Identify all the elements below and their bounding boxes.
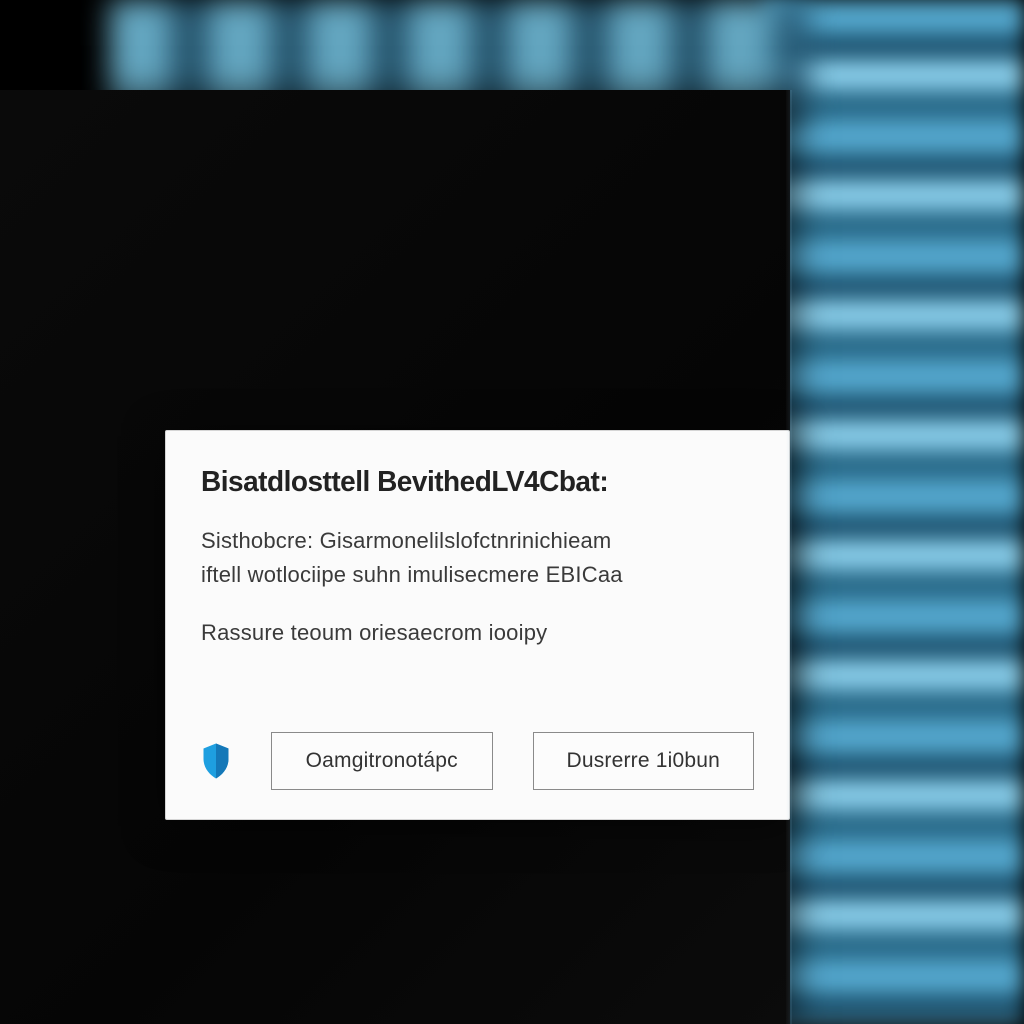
- dialog-body-line-1: Sisthobcre: Gisarmonelilslofctnrinichiea…: [201, 524, 754, 558]
- shield-icon: [201, 743, 231, 779]
- dialog-body-line-2: iftell wotlociipe suhn imulisecmere EBIC…: [201, 558, 754, 592]
- monitor-screen: Bisatdlosttell BevithedLV4Cbat: Sisthobc…: [0, 90, 790, 1024]
- dialog-body: Sisthobcre: Gisarmonelilslofctnrinichiea…: [201, 524, 754, 592]
- photo-scene: Bisatdlosttell BevithedLV4Cbat: Sisthobc…: [0, 0, 1024, 1024]
- dialog-primary-button[interactable]: Oamgitronotápc: [271, 732, 493, 790]
- dialog-secondary-button[interactable]: Dusrerre 1i0bun: [533, 732, 755, 790]
- dialog-subtext: Rassure teoum oriesaecrom iooipy: [201, 616, 754, 650]
- dialog-title: Bisatdlosttell BevithedLV4Cbat:: [201, 466, 754, 499]
- system-dialog: Bisatdlosttell BevithedLV4Cbat: Sisthobc…: [165, 430, 790, 820]
- dialog-button-row: Oamgitronotápc Dusrerre 1i0bun: [201, 732, 754, 790]
- background-building: [764, 0, 1024, 1024]
